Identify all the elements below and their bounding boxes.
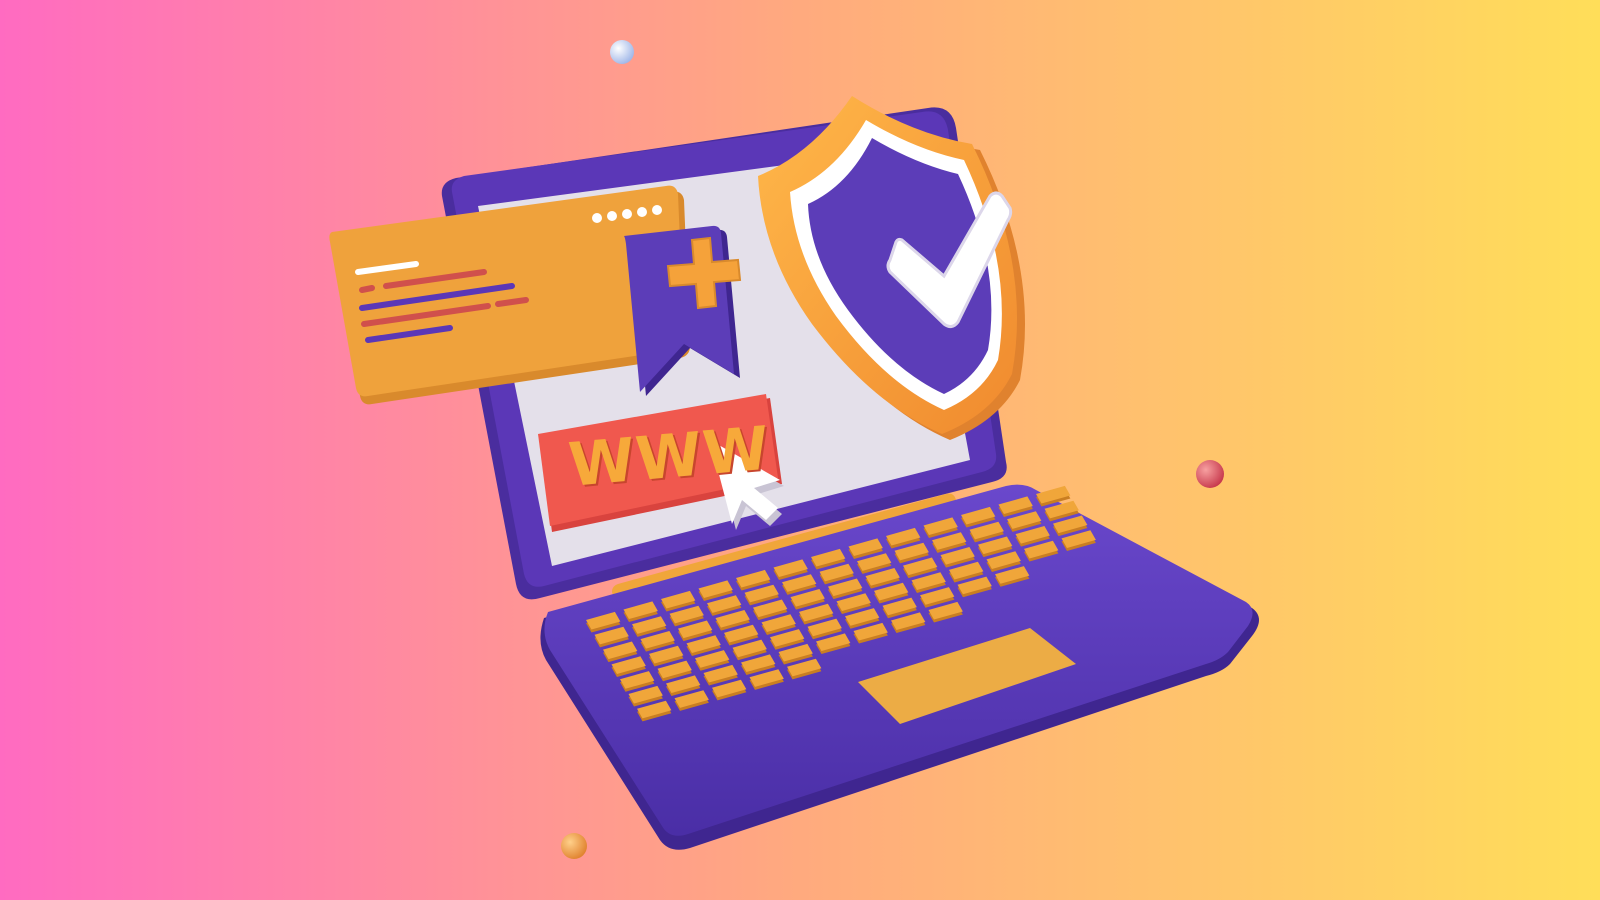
laptop-security-illustration xyxy=(0,0,1600,900)
floating-sphere-orange xyxy=(561,833,587,859)
floating-sphere-red xyxy=(1196,460,1224,488)
floating-sphere-blue xyxy=(610,40,634,64)
